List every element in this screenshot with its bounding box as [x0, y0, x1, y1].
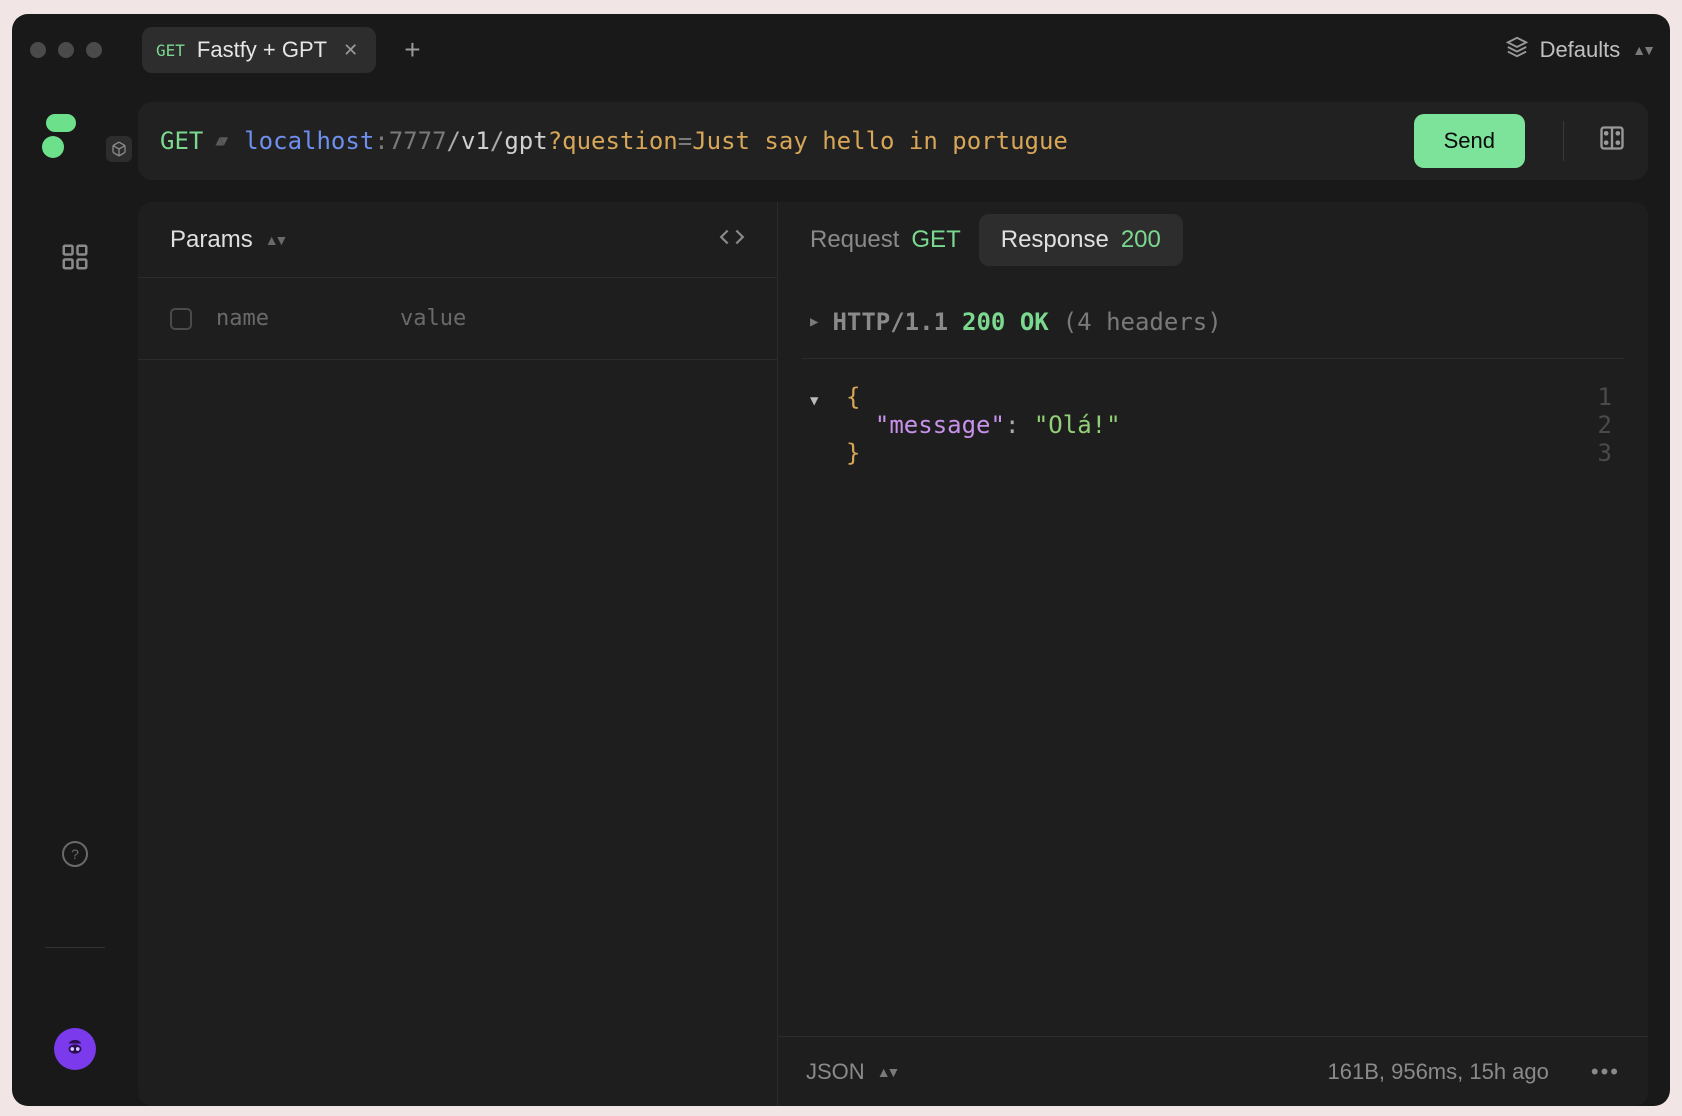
json-key: "message" [875, 411, 1005, 439]
response-body: ▶ HTTP/1.1 200 OK (4 headers) ▼ { 1 [778, 278, 1648, 1036]
column-name: name [216, 306, 376, 331]
new-tab-button[interactable]: + [404, 34, 420, 66]
tab-request-method: GET [911, 226, 960, 254]
format-label: JSON [806, 1059, 865, 1085]
line-number: 1 [1584, 383, 1624, 411]
chevron-updown-icon: ▲▼ [265, 232, 285, 248]
more-icon[interactable]: ••• [1591, 1059, 1620, 1085]
url-host: localhost [244, 127, 374, 155]
tab-response[interactable]: Response 200 [979, 214, 1183, 266]
app-logo[interactable] [42, 114, 84, 156]
layers-icon [1506, 36, 1528, 64]
maximize-window-button[interactable] [86, 42, 102, 58]
code-icon[interactable] [719, 224, 745, 255]
sidebar-divider [45, 947, 105, 948]
avatar[interactable] [54, 1028, 96, 1070]
cube-icon[interactable] [106, 136, 132, 162]
json-brace-open: { [846, 383, 860, 411]
url-path-1: gpt [504, 127, 547, 155]
panels: Params ▲▼ name value [138, 202, 1648, 1106]
tab-request-label: Request [810, 226, 899, 254]
method-label: GET [160, 127, 203, 155]
environment-selector[interactable]: Defaults ▲▼ [1506, 36, 1652, 64]
panel-layout-icon[interactable] [1598, 124, 1626, 158]
send-button[interactable]: Send [1414, 114, 1525, 168]
sidebar: ? [12, 86, 138, 1106]
collections-icon[interactable] [60, 242, 90, 277]
left-panel-tabs: Params ▲▼ [138, 202, 777, 278]
url-bar: GET ▲▼ localhost:7777/v1/gpt?question=Ju… [138, 102, 1648, 180]
headers-count: (4 headers) [1063, 308, 1222, 336]
tab-response-label: Response [1001, 226, 1109, 254]
chevron-updown-icon: ▲▼ [215, 133, 224, 149]
url-input[interactable]: localhost:7777/v1/gpt?question=Just say … [244, 127, 1068, 155]
url-path-0: v1 [461, 127, 490, 155]
chevron-updown-icon: ▲▼ [1632, 42, 1652, 58]
tab-params[interactable]: Params ▲▼ [170, 216, 284, 264]
response-panel: Request GET Response 200 ▶ HTTP/1.1 200 … [778, 202, 1648, 1106]
json-colon: : [1005, 411, 1019, 439]
minimize-window-button[interactable] [58, 42, 74, 58]
tab-response-code: 200 [1121, 226, 1161, 254]
response-meta: 161B, 956ms, 15h ago [1328, 1059, 1549, 1085]
tab-title: Fastfy + GPT [197, 37, 327, 63]
environment-label: Defaults [1540, 37, 1621, 63]
json-value: "Olá!" [1034, 411, 1121, 439]
close-window-button[interactable] [30, 42, 46, 58]
request-tab[interactable]: GET Fastfy + GPT ✕ [142, 27, 376, 73]
triangle-down-icon[interactable]: ▼ [810, 393, 818, 409]
titlebar: GET Fastfy + GPT ✕ + Defaults ▲▼ [12, 14, 1670, 86]
help-icon[interactable]: ? [62, 841, 88, 867]
triangle-right-icon: ▶ [810, 314, 818, 330]
tab-params-label: Params [170, 226, 253, 254]
status-line[interactable]: ▶ HTTP/1.1 200 OK (4 headers) [802, 308, 1624, 359]
app-window: GET Fastfy + GPT ✕ + Defaults ▲▼ [12, 14, 1670, 1106]
status-code-text: 200 OK [962, 308, 1049, 336]
method-selector[interactable]: GET ▲▼ [160, 127, 224, 155]
format-selector[interactable]: JSON ▲▼ [806, 1059, 896, 1085]
url-param-value: Just say hello in portugue [692, 127, 1068, 155]
chevron-updown-icon: ▲▼ [877, 1064, 897, 1080]
url-port: 7777 [389, 127, 447, 155]
url-param-name: question [562, 127, 678, 155]
window-controls [30, 42, 102, 58]
params-panel: Params ▲▼ name value [138, 202, 778, 1106]
json-viewer: ▼ { 1 "message": "Olá!" 2 [802, 383, 1624, 467]
params-header-row: name value [138, 278, 777, 360]
right-panel-tabs: Request GET Response 200 [778, 202, 1648, 278]
params-select-all[interactable] [170, 308, 192, 330]
urlbar-divider [1563, 121, 1564, 161]
content-area: GET ▲▼ localhost:7777/v1/gpt?question=Ju… [138, 86, 1670, 1106]
response-footer: JSON ▲▼ 161B, 956ms, 15h ago ••• [778, 1036, 1648, 1106]
line-number: 3 [1584, 439, 1624, 467]
tab-method-badge: GET [156, 41, 185, 60]
close-tab-button[interactable]: ✕ [339, 40, 362, 61]
protocol: HTTP/1.1 [832, 308, 948, 336]
line-number: 2 [1584, 411, 1624, 439]
column-value: value [400, 306, 466, 331]
tab-request[interactable]: Request GET [810, 216, 961, 264]
json-brace-close: } [846, 439, 860, 467]
